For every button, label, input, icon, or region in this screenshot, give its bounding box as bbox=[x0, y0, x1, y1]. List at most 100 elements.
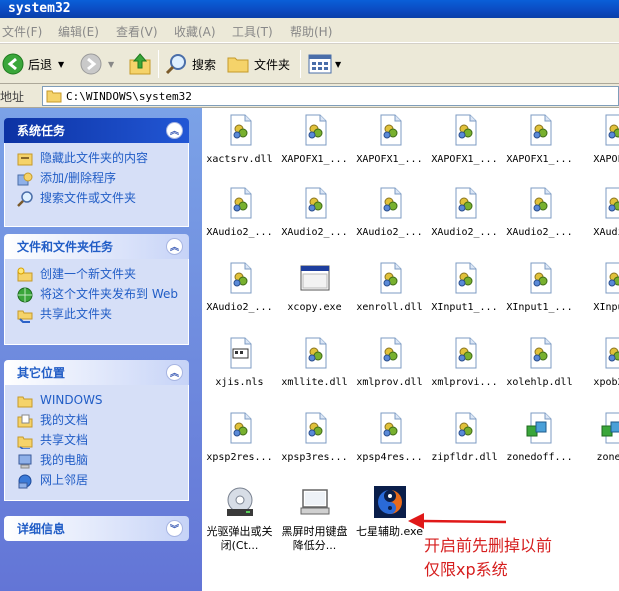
collapse-icon[interactable]: ︽ bbox=[166, 364, 183, 381]
file-item[interactable]: XAudio2_... bbox=[427, 187, 502, 239]
file-item[interactable]: XAPOFX1_... bbox=[277, 114, 352, 166]
window-title: system32 bbox=[8, 1, 71, 16]
new-folder-icon bbox=[17, 267, 33, 282]
share-folder-link[interactable]: 共享此文件夹 bbox=[17, 307, 178, 323]
file-item[interactable]: XAPOFX1_... bbox=[352, 114, 427, 166]
hide-folder-contents-link[interactable]: 隐藏此文件夹的内容 bbox=[17, 151, 178, 167]
file-item[interactable]: XAudio2_... bbox=[202, 187, 277, 239]
file-item[interactable]: XInput1 bbox=[577, 262, 619, 314]
file-item[interactable]: zoneom bbox=[577, 412, 619, 464]
dll-file-icon bbox=[305, 187, 326, 219]
file-item[interactable]: xmllite.dll bbox=[277, 337, 352, 389]
menu-edit[interactable]: 编辑(E) bbox=[58, 23, 99, 40]
dll-file-icon bbox=[605, 337, 619, 369]
file-item[interactable]: xpsp3res... bbox=[277, 412, 352, 464]
menu-favorites[interactable]: 收藏(A) bbox=[174, 23, 216, 40]
other-places-header[interactable]: 其它位置 ︽ bbox=[4, 360, 189, 385]
search-icon bbox=[165, 54, 186, 75]
search-icon bbox=[17, 191, 33, 207]
folder-icon bbox=[227, 57, 249, 73]
views-button[interactable]: ▼ bbox=[308, 50, 341, 78]
other-places-panel: 其它位置 ︽ WINDOWS 我的文档 共享文档 我的电脑 网上邻居 bbox=[4, 360, 189, 501]
menu-file[interactable]: 文件(F) bbox=[2, 23, 42, 40]
file-item[interactable]: xcopy.exe bbox=[277, 262, 352, 314]
file-item[interactable]: XAudio2 bbox=[577, 187, 619, 239]
place-my-computer-link[interactable]: 我的电脑 bbox=[17, 453, 178, 469]
menu-view[interactable]: 查看(V) bbox=[116, 23, 158, 40]
file-item[interactable]: xmlprovi... bbox=[427, 337, 502, 389]
up-folder-icon bbox=[129, 53, 151, 75]
folder-icon bbox=[46, 90, 62, 103]
file-item[interactable]: XAudio2_... bbox=[277, 187, 352, 239]
back-dropdown-icon[interactable]: ▼ bbox=[58, 60, 64, 69]
dll-file-icon bbox=[530, 337, 551, 369]
file-item[interactable]: xactsrv.dll bbox=[202, 114, 277, 166]
publish-to-web-link[interactable]: 将这个文件夹发布到 Web bbox=[17, 287, 178, 303]
forward-button[interactable]: ▼ bbox=[80, 50, 114, 78]
my-documents-icon bbox=[17, 414, 33, 428]
details-panel: 详细信息 ︾ bbox=[4, 516, 189, 541]
file-item[interactable]: xmlprov.dll bbox=[352, 337, 427, 389]
views-dropdown-icon[interactable]: ▼ bbox=[335, 60, 341, 69]
address-value: C:\WINDOWS\system32 bbox=[66, 89, 192, 103]
file-item[interactable]: xpsp4res... bbox=[352, 412, 427, 464]
new-folder-link[interactable]: 创建一个新文件夹 bbox=[17, 267, 178, 283]
place-network-link[interactable]: 网上邻居 bbox=[17, 473, 178, 489]
dll-file-icon bbox=[455, 114, 476, 146]
search-label: 搜索 bbox=[192, 57, 217, 72]
details-header[interactable]: 详细信息 ︾ bbox=[4, 516, 189, 541]
file-item[interactable]: XAPOFX1_... bbox=[502, 114, 577, 166]
file-item[interactable]: xpsp2res... bbox=[202, 412, 277, 464]
dll-file-icon bbox=[305, 412, 326, 444]
file-item[interactable]: XAudio2_... bbox=[352, 187, 427, 239]
menu-tools[interactable]: 工具(T) bbox=[232, 23, 273, 40]
place-shared-documents-link[interactable]: 共享文档 bbox=[17, 433, 178, 449]
forward-dropdown-icon[interactable]: ▼ bbox=[108, 60, 114, 69]
add-remove-programs-link[interactable]: 添加/删除程序 bbox=[17, 171, 178, 187]
place-my-documents-link[interactable]: 我的文档 bbox=[17, 413, 178, 429]
file-item[interactable]: XInput1_... bbox=[427, 262, 502, 314]
file-item[interactable]: XAudio2_... bbox=[502, 187, 577, 239]
file-item[interactable]: xenroll.dll bbox=[352, 262, 427, 314]
file-item[interactable]: xolehlp.dll bbox=[502, 337, 577, 389]
file-folder-tasks-panel: 文件和文件夹任务 ︽ 创建一个新文件夹 将这个文件夹发布到 Web 共享此文件夹 bbox=[4, 234, 189, 345]
dll-file-icon bbox=[530, 262, 551, 294]
search-files-link[interactable]: 搜索文件或文件夹 bbox=[17, 191, 178, 207]
my-computer-icon bbox=[18, 454, 32, 469]
file-item[interactable]: xjis.nls bbox=[202, 337, 277, 389]
file-item[interactable]: XInput1_... bbox=[502, 262, 577, 314]
task-pane: 系统任务 ︽ 隐藏此文件夹的内容 添加/删除程序 搜索文件或文件夹 文件和文件夹… bbox=[0, 108, 202, 591]
expand-icon[interactable]: ︾ bbox=[166, 520, 183, 537]
search-button[interactable]: 搜索 bbox=[164, 50, 216, 78]
nls-file-icon bbox=[230, 337, 251, 369]
file-item[interactable]: 光驱弹出或关闭(Ct... bbox=[202, 486, 277, 553]
details-title: 详细信息 bbox=[17, 522, 66, 536]
up-button[interactable] bbox=[128, 50, 152, 78]
file-item[interactable]: zonedoff... bbox=[502, 412, 577, 464]
address-input[interactable]: C:\WINDOWS\system32 bbox=[42, 86, 619, 106]
place-windows-link[interactable]: WINDOWS bbox=[17, 393, 178, 409]
shared-documents-icon bbox=[17, 436, 33, 449]
config-file-icon bbox=[601, 412, 619, 444]
menu-help[interactable]: 帮助(H) bbox=[290, 23, 332, 40]
share-folder-icon bbox=[17, 310, 33, 323]
dll-file-icon bbox=[380, 262, 401, 294]
system-tasks-title: 系统任务 bbox=[17, 124, 66, 138]
back-button[interactable]: 后退 ▼ bbox=[2, 50, 64, 78]
file-item[interactable]: xpob2re bbox=[577, 337, 619, 389]
collapse-icon[interactable]: ︽ bbox=[166, 238, 183, 255]
system-tasks-header[interactable]: 系统任务 ︽ bbox=[4, 118, 189, 143]
folders-button[interactable]: 文件夹 bbox=[226, 50, 290, 78]
collapse-icon[interactable]: ︽ bbox=[166, 122, 183, 139]
file-item[interactable]: zipfldr.dll bbox=[427, 412, 502, 464]
file-item[interactable]: XAudio2_... bbox=[202, 262, 277, 314]
add-remove-icon bbox=[17, 172, 33, 186]
file-item[interactable]: XAPOFX1_... bbox=[427, 114, 502, 166]
file-folder-tasks-header[interactable]: 文件和文件夹任务 ︽ bbox=[4, 234, 189, 259]
file-item[interactable]: 黑屏时用键盘降低分... bbox=[277, 486, 352, 553]
dll-file-icon bbox=[380, 114, 401, 146]
dll-file-icon bbox=[305, 337, 326, 369]
cd-drive-icon bbox=[226, 487, 253, 516]
dll-file-icon bbox=[605, 262, 619, 294]
file-item[interactable]: XAPOFX1 bbox=[577, 114, 619, 166]
